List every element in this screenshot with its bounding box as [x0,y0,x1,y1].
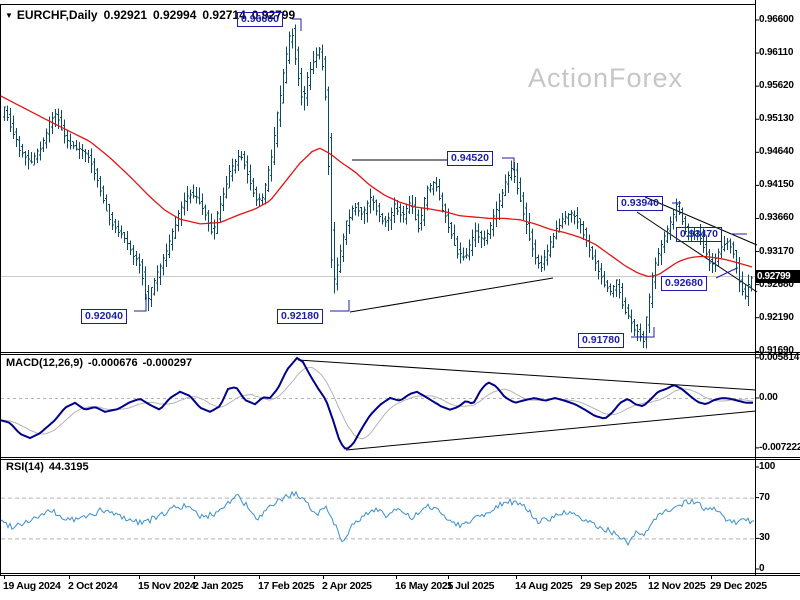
date-axis-label: 2 Oct 2024 [68,580,118,592]
price-level-label[interactable]: 0.92040 [81,309,127,324]
date-axis-label: 29 Dec 2025 [710,580,767,592]
price-level-label[interactable]: 0.93940 [617,196,663,211]
date-axis-label: 1 Jul 2025 [447,580,495,592]
date-axis-label: 17 Feb 2025 [258,580,315,592]
price-axis-label: 0.95620 [759,80,794,92]
macd-axis-label: -0.007222 [759,441,800,453]
macd-line [0,356,753,450]
price-bars [3,24,753,349]
price-axis-label: 0.94640 [759,146,794,158]
trendline-wedge-lower[interactable] [345,410,757,451]
macd-indicator-label: MACD(12,26,9) -0.000676 -0.000297 [6,357,197,369]
level-connector [134,294,147,312]
collapse-indicator-icon[interactable]: ▼ [5,11,13,20]
price-level-label[interactable]: 0.92680 [661,276,707,291]
macd-axis-label: 0.00 [759,392,778,403]
date-axis-label: 29 Sep 2025 [580,580,637,592]
current-price-tag: 0.92799 [756,270,800,283]
trendline-wedge-upper[interactable] [297,359,757,391]
rsi-axis-label: 30 [759,532,770,544]
macd-name: MACD(12,26,9) [6,357,84,369]
date-axis-label: 2 Apr 2025 [322,580,372,592]
rsi-axis-label: 70 [759,491,770,503]
price-level-label[interactable]: 0.96600 [237,12,283,27]
macd-axis-label: 0.005814 [759,351,800,363]
rsi-value: 44.3195 [48,461,89,473]
date-axis-label: 16 May 2025 [395,580,453,592]
moving-average-line [0,95,753,278]
price-level-label[interactable]: 0.94520 [447,151,493,166]
chart-window: ActionForex ▼ EURCHF,Daily 0.92921 0.92994 0… [0,0,800,600]
macd-signal-line [0,366,754,440]
price-level-label[interactable]: 0.91780 [578,333,624,348]
price-level-label[interactable]: 0.93470 [676,227,722,242]
rsi-indicator-label: RSI(14) 44.3195 [6,461,94,473]
date-axis-label: 19 Aug 2024 [3,580,61,592]
price-axis-label: 0.93660 [759,212,794,224]
symbol-label: EURCHF,Daily [16,8,98,22]
price-axis-label: 0.93170 [759,245,794,257]
date-axis-label: 12 Nov 2025 [648,580,706,592]
date-axis-label: 14 Aug 2025 [515,580,573,592]
price-level-label[interactable]: 0.92180 [277,309,323,324]
trendline-rising-support[interactable] [349,277,554,313]
high-value: 0.92994 [153,8,197,22]
macd-value-1: -0.000676 [88,357,138,369]
price-axis-label: 0.94150 [759,179,794,191]
rsi-axis-label: 100 [759,461,776,472]
rsi-name: RSI(14) [6,461,44,473]
rsi-line [0,490,755,547]
chart-canvas[interactable] [0,0,800,600]
macd-value-2: -0.000297 [142,357,193,369]
date-axis-label: 2 Jan 2025 [193,580,244,592]
price-axis-label: 0.96600 [759,14,794,25]
date-axis-label: 15 Nov 2024 [138,580,196,592]
price-axis-label: 0.92190 [759,311,794,323]
level-connector [330,300,350,312]
price-axis-label: 0.96110 [759,47,794,59]
open-value: 0.92921 [103,8,147,22]
rsi-axis-label: 0 [759,563,765,574]
price-axis-label: 0.95130 [759,113,794,125]
